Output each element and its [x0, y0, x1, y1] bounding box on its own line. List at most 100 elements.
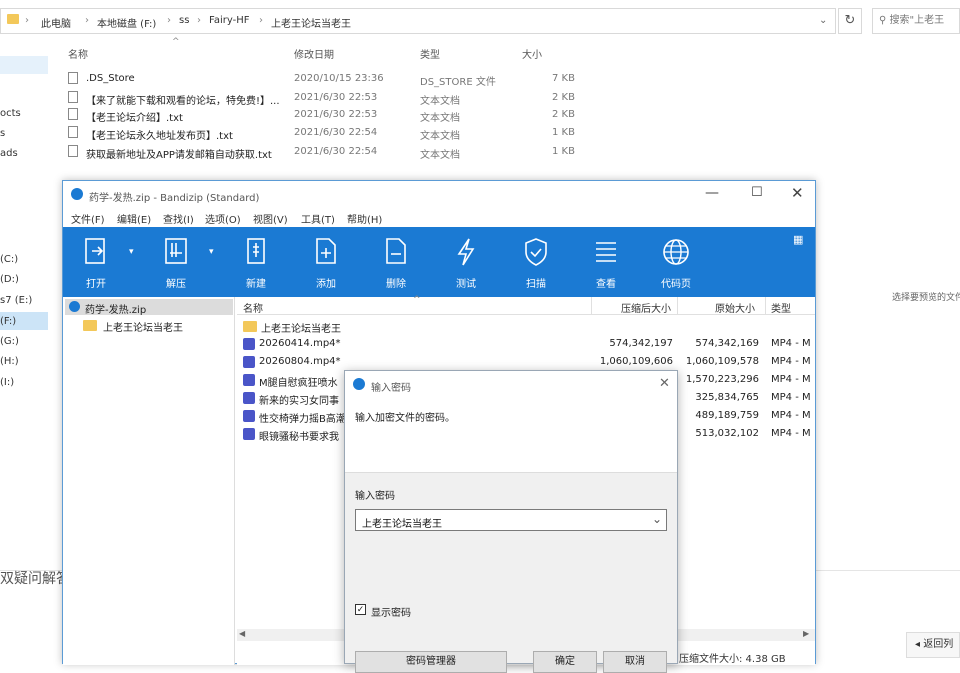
file-date: 2021/6/30 22:54: [294, 127, 378, 138]
column-header-date[interactable]: 修改日期: [294, 46, 334, 61]
menu-tools[interactable]: 工具(T): [301, 211, 335, 226]
close-button[interactable]: ✕: [791, 184, 804, 202]
file-row[interactable]: 获取最新地址及APP请发邮箱自动获取.txt 2021/6/30 22:54 文…: [68, 145, 588, 161]
column-header-type[interactable]: 类型: [420, 46, 440, 61]
extract-button[interactable]: 解压: [147, 227, 205, 297]
file-size: 7 KB: [552, 73, 575, 84]
lightning-icon: [457, 238, 475, 266]
list-item[interactable]: 20260414.mp4* 574,342,197 574,342,169 MP…: [237, 335, 815, 353]
menu-find[interactable]: 查找(I): [163, 211, 194, 226]
scan-button[interactable]: 扫描: [507, 227, 565, 297]
file-row[interactable]: 【老王论坛永久地址发布页】.txt 2021/6/30 22:54 文本文档 1…: [68, 126, 588, 142]
nav-item[interactable]: s: [0, 128, 5, 139]
nav-item-drive-c[interactable]: (C:): [0, 254, 18, 265]
menu-file[interactable]: 文件(F): [71, 211, 105, 226]
back-button[interactable]: ◂ 返回列: [906, 632, 960, 658]
item-original-size: 574,342,169: [695, 338, 759, 349]
folder-icon: [7, 14, 19, 24]
show-password-label: 显示密码: [371, 608, 411, 619]
nav-item-drive-i[interactable]: (I:): [0, 377, 14, 388]
show-password-checkbox[interactable]: ✓ 显示密码: [355, 603, 475, 619]
layout-grid-icon[interactable]: ▦: [793, 233, 803, 246]
search-input[interactable]: ⚲ 搜索"上老王: [872, 8, 960, 34]
scroll-left-icon[interactable]: ◀: [239, 629, 245, 638]
scroll-right-icon[interactable]: ▶: [803, 629, 809, 638]
toolbar-label: 删除: [386, 279, 406, 290]
password-value: 上老王论坛当老王: [362, 519, 442, 530]
add-file-button[interactable]: 添加: [297, 227, 355, 297]
chevron-down-icon[interactable]: ⌄: [652, 512, 662, 526]
ok-button[interactable]: 确定: [533, 651, 597, 673]
checkbox-checked-icon: ✓: [355, 604, 366, 615]
shield-icon: [525, 238, 547, 266]
file-date: 2020/10/15 23:36: [294, 73, 384, 84]
breadcrumb-item[interactable]: ss: [179, 15, 189, 26]
breadcrumb-item[interactable]: 本地磁盘 (F:): [97, 15, 156, 30]
breadcrumb-item[interactable]: 上老王论坛当老王: [271, 15, 351, 30]
new-archive-button[interactable]: 新建: [227, 227, 285, 297]
column-header-packed[interactable]: 压缩后大小: [621, 300, 671, 315]
menu-help[interactable]: 帮助(H): [347, 211, 382, 226]
file-row[interactable]: .DS_Store 2020/10/15 23:36 DS_STORE 文件 7…: [68, 72, 588, 88]
sort-up-icon: ^: [172, 37, 180, 47]
nav-item-drive-e[interactable]: s7 (E:): [0, 295, 32, 306]
nav-item[interactable]: octs: [0, 108, 21, 119]
file-type: 文本文档: [420, 96, 460, 107]
column-header-type[interactable]: 类型: [771, 300, 791, 315]
extract-icon: [165, 238, 187, 264]
column-header-size[interactable]: 大小: [522, 46, 542, 61]
close-button[interactable]: ✕: [659, 376, 670, 391]
view-button[interactable]: 查看: [577, 227, 635, 297]
menu-options[interactable]: 选项(O): [205, 211, 241, 226]
file-type: DS_STORE 文件: [420, 77, 496, 88]
nav-item-drive-f[interactable]: (F:): [0, 316, 16, 327]
test-button[interactable]: 测试: [437, 227, 495, 297]
toolbar-label: 代码页: [661, 279, 691, 290]
codepage-button[interactable]: 代码页: [647, 227, 705, 297]
column-header-original[interactable]: 原始大小: [715, 300, 755, 315]
maximize-button[interactable]: ☐: [751, 185, 763, 200]
nav-item-drive-d[interactable]: (D:): [0, 274, 19, 285]
delete-file-button[interactable]: 删除: [367, 227, 425, 297]
breadcrumb-item[interactable]: 此电脑: [41, 15, 71, 30]
list-item[interactable]: 20260804.mp4* 1,060,109,606 1,060,109,57…: [237, 353, 815, 371]
file-name: 【老王论坛介绍】.txt: [86, 113, 183, 124]
nav-item-drive-g[interactable]: (G:): [0, 336, 19, 347]
search-icon: ⚲: [879, 15, 890, 26]
dialog-title: 输入密码: [371, 383, 411, 394]
column-header-name[interactable]: 名称: [243, 300, 263, 315]
list-item[interactable]: 上老王论坛当老王: [237, 317, 815, 335]
nav-item[interactable]: ads: [0, 148, 18, 159]
password-input[interactable]: 上老王论坛当老王 ⌄: [355, 509, 667, 531]
window-title: 药学-发热.zip - Bandizip (Standard): [89, 193, 260, 204]
password-manager-button[interactable]: 密码管理器: [355, 651, 507, 673]
column-header-name[interactable]: 名称: [68, 46, 88, 61]
menu-view[interactable]: 视图(V): [253, 211, 288, 226]
tree-child-label[interactable]: 上老王论坛当老王: [103, 319, 183, 334]
chevron-down-icon[interactable]: ⌄: [819, 15, 827, 26]
open-button[interactable]: 打开: [67, 227, 125, 297]
cancel-button[interactable]: 取消: [603, 651, 667, 673]
video-file-icon: [243, 392, 255, 404]
chevron-down-icon[interactable]: ▾: [129, 247, 134, 257]
dialog-title-bar[interactable]: 输入密码 ✕: [345, 371, 677, 397]
menu-edit[interactable]: 编辑(E): [117, 211, 151, 226]
file-row[interactable]: 【老王论坛介绍】.txt 2021/6/30 22:53 文本文档 2 KB: [68, 108, 588, 124]
item-original-size: 1,060,109,578: [685, 356, 759, 367]
nav-item-drive-h[interactable]: (H:): [0, 356, 19, 367]
item-original-size: 513,032,102: [695, 428, 759, 439]
nav-selected-item[interactable]: [0, 56, 48, 74]
address-bar[interactable]: › 此电脑 › 本地磁盘 (F:) › ss › Fairy-HF › 上老王论…: [0, 8, 836, 34]
video-file-icon: [243, 410, 255, 422]
minimize-button[interactable]: —: [705, 185, 719, 201]
toolbar-label: 打开: [86, 279, 106, 290]
file-type: 文本文档: [420, 131, 460, 142]
refresh-button[interactable]: ↻: [838, 8, 862, 34]
video-file-icon: [243, 374, 255, 386]
chevron-down-icon[interactable]: ▾: [209, 247, 214, 257]
item-name: 新来的实习女同事: [259, 396, 339, 407]
breadcrumb-item[interactable]: Fairy-HF: [209, 15, 249, 26]
title-bar[interactable]: 药学-发热.zip - Bandizip (Standard) — ☐ ✕: [63, 181, 815, 209]
file-row[interactable]: 【来了就能下载和观看的论坛，特免费!】... 2021/6/30 22:53 文…: [68, 91, 588, 107]
open-icon: [85, 238, 105, 264]
